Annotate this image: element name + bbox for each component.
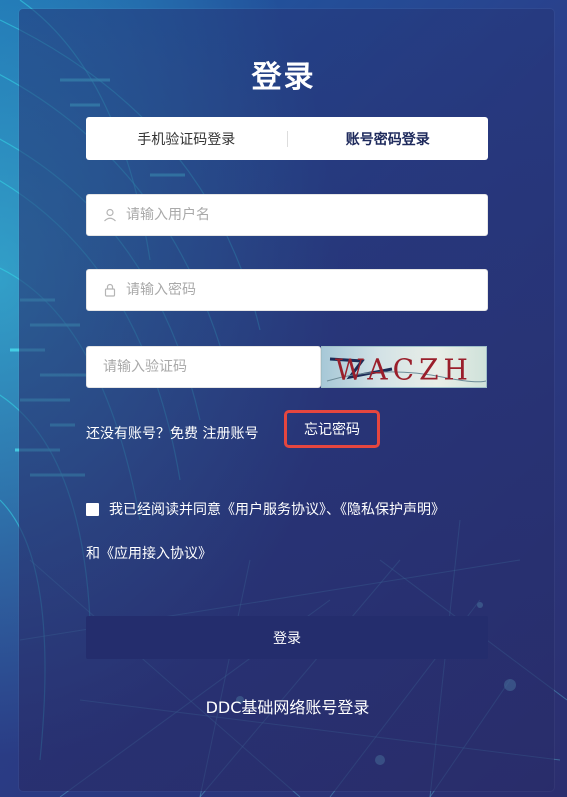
- captcha-field[interactable]: [86, 346, 321, 388]
- captcha-input[interactable]: [103, 359, 320, 375]
- tab-sms-login[interactable]: 手机验证码登录: [86, 129, 287, 149]
- agreement-separator: 、: [326, 502, 340, 518]
- captcha-image[interactable]: WACZH: [321, 346, 487, 388]
- captcha-text: WACZH: [335, 352, 473, 387]
- no-account-text: 还没有账号？免费: [86, 426, 198, 442]
- agreement-and: 和: [86, 546, 100, 562]
- username-input[interactable]: [126, 207, 426, 223]
- login-button[interactable]: 登录: [86, 616, 488, 659]
- register-link[interactable]: 注册账号: [202, 426, 258, 442]
- register-prompt: 还没有账号？免费 注册账号: [86, 423, 258, 443]
- login-method-tabs: 手机验证码登录 账号密码登录: [86, 117, 488, 160]
- tab-password-login[interactable]: 账号密码登录: [288, 129, 489, 149]
- username-field[interactable]: [86, 194, 488, 236]
- password-field[interactable]: [86, 269, 488, 311]
- agreement-checkbox[interactable]: [86, 503, 99, 516]
- agreement-prefix: 我已经阅读并同意: [109, 502, 221, 518]
- agreement-row: 我已经阅读并同意《用户服务协议》、《隐私保护声明》 和《应用接入协议》: [86, 488, 491, 576]
- forgot-password-link[interactable]: 忘记密码: [284, 410, 380, 448]
- ddc-login-link[interactable]: DDC基础网络账号登录: [0, 694, 567, 718]
- service-agreement-link[interactable]: 《用户服务协议》: [221, 502, 326, 518]
- password-input[interactable]: [126, 282, 426, 298]
- page-title: 登录: [251, 60, 316, 95]
- user-icon: [103, 208, 117, 222]
- forgot-password-label: 忘记密码: [304, 422, 360, 438]
- lock-icon: [103, 283, 117, 297]
- privacy-statement-link[interactable]: 《隐私保护声明》: [340, 502, 445, 518]
- access-agreement-link[interactable]: 《应用接入协议》: [100, 546, 212, 562]
